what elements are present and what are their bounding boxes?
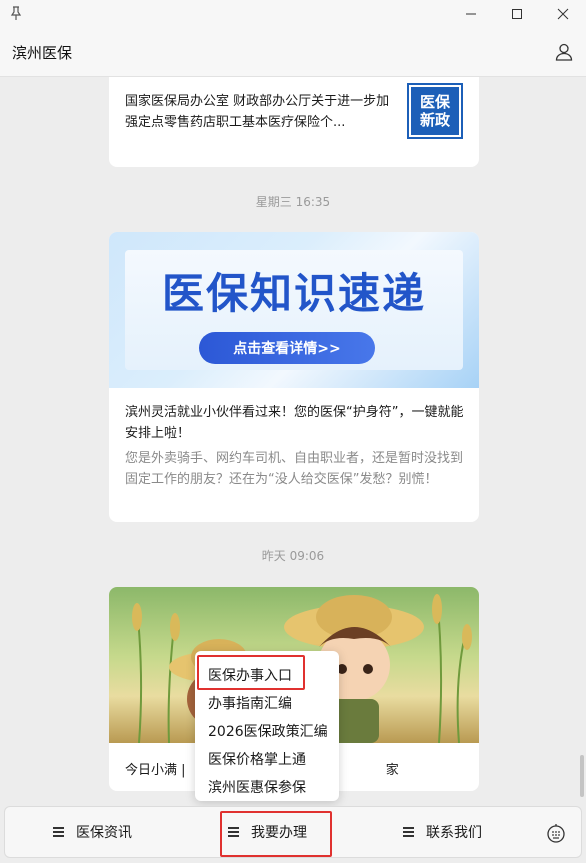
tab-contact[interactable]: 联系我们 (403, 807, 482, 857)
user-icon[interactable] (554, 42, 574, 62)
minimize-button[interactable] (448, 0, 494, 28)
news-card[interactable]: 国家医保局办公室 财政部办公厅关于进一步加强定点零售药店职工基本医疗保险个...… (109, 77, 479, 167)
photo-card-title-right: 家 (385, 763, 399, 778)
news-card-text: 国家医保局办公室 财政部办公厅关于进一步加强定点零售药店职工基本医疗保险个... (125, 94, 390, 130)
maximize-button[interactable] (494, 0, 540, 28)
menu-icon (53, 825, 64, 840)
maximize-icon (512, 9, 522, 19)
badge-line2: 新政 (419, 111, 450, 129)
policy-badge: 医保 新政 (407, 83, 463, 139)
tab-news-label: 医保资讯 (76, 825, 132, 841)
article-title: 滨州灵活就业小伙伴看过来！您的医保“护身符”，一键就能安排上啦！ (125, 405, 464, 441)
menu-item-price[interactable]: 医保价格掌上通 (208, 749, 306, 769)
pin-icon[interactable] (8, 5, 24, 21)
article-banner: 医保知识速递 点击查看详情>> (109, 232, 479, 388)
article-card[interactable]: 医保知识速递 点击查看详情>> 滨州灵活就业小伙伴看过来！您的医保“护身符”，一… (109, 232, 479, 522)
app-title: 滨州医保 (12, 44, 73, 62)
chat-header: 滨州医保 (0, 28, 586, 77)
badge-line1: 医保 (419, 93, 450, 111)
menu-icon (403, 825, 414, 840)
bottom-menu-bar: 医保资讯 我要办理 联系我们 (4, 806, 582, 858)
article-description: 您是外卖骑手、网约车司机、自由职业者，还是暂时没找到固定工作的朋友？还在为“没人… (125, 451, 464, 487)
close-button[interactable] (540, 0, 586, 28)
window-titlebar (0, 0, 586, 28)
tab-contact-label: 联系我们 (426, 825, 482, 841)
banner-title: 医保知识速递 (161, 269, 426, 318)
minimize-icon (466, 13, 476, 15)
close-icon (557, 8, 569, 20)
banner-detail-button: 点击查看详情>> (199, 332, 375, 364)
timestamp: 星期三 16:35 (255, 195, 331, 209)
timestamp: 昨天 09:06 (261, 549, 325, 563)
tab-highlight (220, 811, 332, 857)
tab-news[interactable]: 医保资讯 (53, 807, 132, 857)
menu-item-insurance[interactable]: 滨州医惠保参保 (208, 777, 306, 797)
menu-item-policy[interactable]: 2026医保政策汇编 (208, 721, 328, 741)
keyboard-icon[interactable] (545, 822, 567, 844)
menu-item-highlight (197, 655, 305, 690)
menu-item-guide[interactable]: 办事指南汇编 (208, 693, 292, 713)
photo-card-title-left: 今日小满 | (125, 763, 186, 778)
scrollbar[interactable] (580, 755, 584, 797)
